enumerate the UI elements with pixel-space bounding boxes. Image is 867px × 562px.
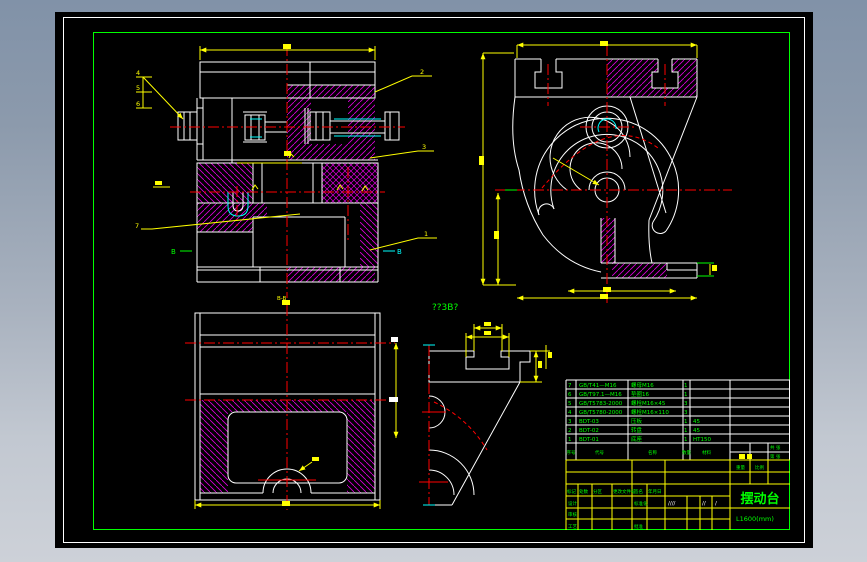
svg-text:螺母M16: 螺母M16 xyxy=(631,381,654,389)
svg-text:设计: 设计 xyxy=(568,500,577,507)
svg-text:处数: 处数 xyxy=(579,488,588,495)
title-block-labels: 标记 处数 分区 更改文件号 签名 年月日 设计 标准化 审核 工艺 批准 重量… xyxy=(567,464,764,530)
svg-text:4: 4 xyxy=(568,410,572,416)
svg-text:名称: 名称 xyxy=(648,449,657,456)
balloon-7: 7 xyxy=(135,222,139,230)
section-caption: B-B xyxy=(277,296,287,302)
svg-text:7: 7 xyxy=(568,383,572,389)
svg-text:材料: 材料 xyxy=(702,449,711,456)
svg-text:1: 1 xyxy=(684,419,688,425)
front-section-view xyxy=(136,44,437,298)
svg-text:标准化: 标准化 xyxy=(634,500,648,507)
svg-text:BDT-03: BDT-03 xyxy=(579,419,599,425)
center-note: ??3B? xyxy=(432,303,458,313)
svg-text:转盘: 转盘 xyxy=(631,426,643,434)
svg-text:共 张: 共 张 xyxy=(770,444,781,451)
svg-text:重量: 重量 xyxy=(736,464,745,471)
cad-drawing: ??3B? 2 3 1 4 5 6 7 B B B-B 7 GB/T41—M16 螺… xyxy=(63,17,805,543)
svg-text:BDT-01: BDT-01 xyxy=(579,437,599,443)
svg-text:螺栓M16×110: 螺栓M16×110 xyxy=(631,408,669,416)
section-marker-right: B xyxy=(397,248,402,256)
svg-text:第 张: 第 张 xyxy=(770,453,781,460)
svg-text:45: 45 xyxy=(693,419,700,425)
balloon-1: 1 xyxy=(424,230,428,238)
balloon-4: 4 xyxy=(136,69,140,77)
svg-text:1: 1 xyxy=(684,383,688,389)
svg-text:序号: 序号 xyxy=(567,449,576,456)
svg-text:1: 1 xyxy=(684,428,688,434)
drawing-number: L1600(mm) xyxy=(736,515,774,523)
svg-text:45: 45 xyxy=(693,428,700,434)
svg-text:3: 3 xyxy=(568,419,572,425)
svg-text:年月日: 年月日 xyxy=(648,488,662,495)
svg-text:代号: 代号 xyxy=(595,449,604,456)
svg-text:1: 1 xyxy=(568,437,572,443)
svg-text:更改文件号: 更改文件号 xyxy=(613,488,636,495)
side-view xyxy=(479,41,732,305)
svg-text:3: 3 xyxy=(684,401,688,407)
svg-text:螺栓M16×45: 螺栓M16×45 xyxy=(631,399,666,407)
drawing-title: 摆动台 xyxy=(740,491,779,507)
svg-text:////: //// xyxy=(668,501,676,507)
balloon-6: 6 xyxy=(136,100,140,108)
title-block: 标记 处数 分区 更改文件号 签名 年月日 设计 标准化 审核 工艺 批准 重量… xyxy=(565,459,790,530)
svg-text:工艺: 工艺 xyxy=(568,524,577,530)
svg-text:标记: 标记 xyxy=(567,488,576,495)
svg-text:GB/T41—M16: GB/T41—M16 xyxy=(579,383,617,389)
detail-section-view xyxy=(419,322,552,506)
bom-table: 7 GB/T41—M16 螺母M16 1 6 GB/T97.1—M16 垫圈16 1 5 GB… xyxy=(565,379,790,460)
section-marker-left: B xyxy=(171,248,176,256)
svg-text:1: 1 xyxy=(684,437,688,443)
svg-text:批准: 批准 xyxy=(634,523,643,530)
svg-text:数量: 数量 xyxy=(682,449,691,456)
svg-text:/: / xyxy=(715,501,717,507)
svg-text:5: 5 xyxy=(568,401,572,407)
svg-text:GB/T5780-2000: GB/T5780-2000 xyxy=(579,410,623,416)
svg-text:压板: 压板 xyxy=(631,417,643,425)
svg-text:分区: 分区 xyxy=(593,488,602,495)
plan-view xyxy=(185,300,399,510)
svg-text:3: 3 xyxy=(684,410,688,416)
svg-text:HT150: HT150 xyxy=(693,437,711,443)
svg-text:1: 1 xyxy=(684,392,688,398)
svg-text:GB/T97.1—M16: GB/T97.1—M16 xyxy=(579,392,622,398)
balloon-5: 5 xyxy=(136,84,140,92)
svg-text:BDT-02: BDT-02 xyxy=(579,428,599,434)
svg-text:GB/T5783-2000: GB/T5783-2000 xyxy=(579,401,623,407)
svg-text:比例: 比例 xyxy=(755,464,764,471)
svg-text:审核: 审核 xyxy=(568,511,577,518)
stage-mark-slashes: //// // / xyxy=(668,501,717,507)
svg-text://: // xyxy=(702,501,706,507)
balloon-2: 2 xyxy=(420,68,424,76)
svg-text:2: 2 xyxy=(568,428,572,434)
balloon-3: 3 xyxy=(422,143,426,151)
svg-text:签名: 签名 xyxy=(634,488,643,495)
svg-text:6: 6 xyxy=(568,392,572,398)
svg-text:垫圈16: 垫圈16 xyxy=(631,390,649,398)
svg-text:底座: 底座 xyxy=(631,435,643,443)
